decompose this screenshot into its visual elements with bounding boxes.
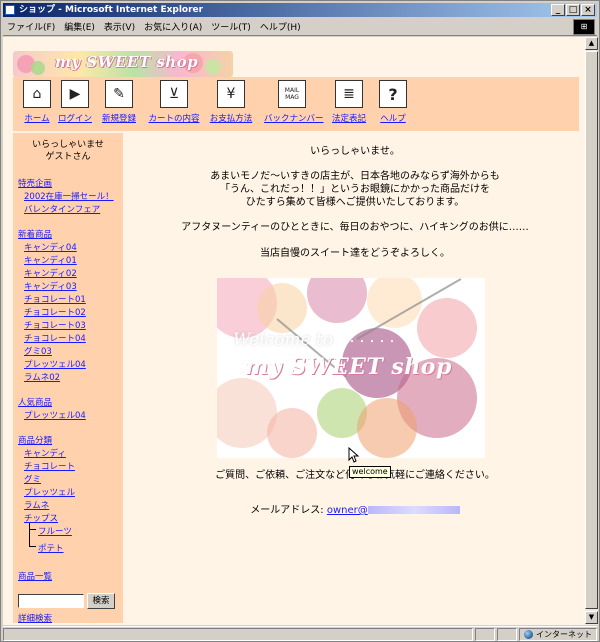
- scroll-thumb[interactable]: [585, 51, 598, 609]
- sidebar-special-item[interactable]: 2002在庫一掃セール！: [24, 190, 114, 202]
- hero-welcome-text: Welcome to: [233, 330, 333, 350]
- shop-logo-banner[interactable]: my SWEET shop: [13, 51, 233, 77]
- question-icon: ?: [379, 80, 407, 108]
- nav-help[interactable]: ? ヘルプ: [365, 80, 421, 124]
- sweets-text: 当店自慢のスイート達をどうぞよろしく。: [260, 248, 450, 259]
- browser-window: ショップ - Microsoft Internet Explorer _ □ ×…: [0, 0, 600, 642]
- nav-cart[interactable]: ⊻ カートの内容: [146, 80, 202, 124]
- sidebar-special-item[interactable]: バレンタインフェア: [24, 203, 100, 215]
- mouse-cursor-icon: [348, 447, 360, 463]
- tree-connector: [29, 546, 36, 547]
- sidebar-category-item[interactable]: ラムネ: [24, 499, 49, 511]
- status-text: [3, 627, 473, 641]
- greeting: いらっしゃいませ。: [310, 146, 400, 157]
- welcome-line: いらっしゃいませ: [32, 140, 104, 150]
- sidebar-new-item[interactable]: キャンディ03: [24, 280, 77, 292]
- menu-help[interactable]: ヘルプ(H): [260, 20, 301, 33]
- sidebar-category-item[interactable]: プレッツェル: [24, 486, 75, 498]
- sidebar-category-item[interactable]: チョコレート: [24, 460, 75, 472]
- product-list-link[interactable]: 商品一覧: [18, 570, 52, 582]
- sidebar-category-heading[interactable]: 商品分類: [18, 434, 52, 446]
- nav-backnumber-label[interactable]: バックナンバー: [264, 112, 324, 124]
- globe-icon: [524, 629, 533, 639]
- guest-name: ゲストさん: [45, 152, 91, 162]
- sidebar-category-item[interactable]: キャンディ: [24, 447, 66, 459]
- menu-view[interactable]: 表示(V): [104, 20, 135, 33]
- scroll-down-icon[interactable]: ▼: [585, 611, 598, 624]
- menu-favorites[interactable]: お気に入り(A): [144, 20, 202, 33]
- ie-throbber-icon: ⊞: [573, 19, 595, 35]
- security-zone: インターネット: [519, 627, 597, 641]
- magazine-icon: MAIL MAG: [278, 80, 306, 108]
- email-row: メールアドレス: owner@: [125, 501, 585, 516]
- sidebar-new-item[interactable]: キャンディ01: [24, 254, 77, 266]
- nav-register[interactable]: ✎ 新規登録: [91, 80, 147, 124]
- nav-payment[interactable]: ¥ お支払方法: [203, 80, 259, 124]
- hero-dots: ・・・・・・: [337, 337, 397, 348]
- ie-icon: [5, 5, 15, 15]
- sidebar: 特売企画 2002在庫一掃セール！ バレンタインフェア 新着商品 キャンディ04…: [13, 173, 123, 624]
- advanced-search-link[interactable]: 詳細検索: [18, 612, 52, 624]
- sidebar-special-heading[interactable]: 特売企画: [18, 177, 52, 189]
- sidebar-popular-item[interactable]: プレッツェル04: [24, 409, 86, 421]
- afternoon-tea-text: アフタヌーンティーのひとときに、毎日のおやつに、ハイキングのお供に……: [181, 222, 529, 233]
- window-title: ショップ - Microsoft Internet Explorer: [19, 5, 204, 15]
- image-tooltip: welcome: [349, 466, 391, 478]
- status-segment: [497, 627, 517, 641]
- sidebar-subcategory-item[interactable]: ポテト: [38, 542, 64, 554]
- sidebar-subcategory-item[interactable]: フルーツ: [38, 525, 72, 537]
- nav-payment-label[interactable]: お支払方法: [203, 112, 259, 124]
- sidebar-popular-heading[interactable]: 人気商品: [18, 396, 52, 408]
- status-bar: インターネット: [3, 626, 597, 641]
- guest-welcome: いらっしゃいませ ゲストさん: [13, 133, 123, 173]
- nav-backnumber[interactable]: MAIL MAG バックナンバー: [264, 80, 324, 124]
- hero-shop-text: my SWEET shop: [245, 354, 452, 380]
- status-segment: [475, 627, 495, 641]
- nav-bar: ⌂ ホーム ▶ ログイン ✎ 新規登録 ⊻ カートの内容 ¥ お支払方法 MAI…: [13, 77, 579, 131]
- sidebar-new-item[interactable]: チョコレート01: [24, 293, 86, 305]
- sidebar-new-item[interactable]: ラムネ02: [24, 371, 60, 383]
- sidebar-new-item[interactable]: キャンディ02: [24, 267, 77, 279]
- sidebar-new-item[interactable]: グミ03: [24, 345, 52, 357]
- sidebar-new-item[interactable]: チョコレート04: [24, 332, 86, 344]
- page-viewport: my SWEET shop ⌂ ホーム ▶ ログイン ✎ 新規登録 ⊻ カートの…: [3, 37, 585, 625]
- email-link[interactable]: owner@: [327, 505, 460, 516]
- sidebar-new-item[interactable]: プレッツェル04: [24, 358, 86, 370]
- menu-file[interactable]: ファイル(F): [7, 20, 55, 33]
- sidebar-new-item[interactable]: チョコレート02: [24, 306, 86, 318]
- sidebar-category-item[interactable]: グミ: [24, 473, 41, 485]
- sidebar-new-item[interactable]: チョコレート03: [24, 319, 86, 331]
- intro-line-1: あまいモノだ〜いすきの店主が、日本各地のみならず海外からも: [210, 171, 500, 182]
- close-button[interactable]: ×: [581, 4, 595, 16]
- tree-connector: [29, 529, 36, 530]
- scroll-up-icon[interactable]: ▲: [585, 37, 598, 50]
- nav-cart-label[interactable]: カートの内容: [146, 112, 202, 124]
- minimize-button[interactable]: _: [551, 4, 565, 16]
- sidebar-new-item[interactable]: キャンディ04: [24, 241, 77, 253]
- menu-bar: ファイル(F) 編集(E) 表示(V) お気に入り(A) ツール(T) ヘルプ(…: [3, 18, 597, 36]
- door-icon: ▶: [61, 80, 89, 108]
- tree-connector: [29, 523, 30, 547]
- document-icon: ≣: [335, 80, 363, 108]
- menu-tools[interactable]: ツール(T): [211, 20, 251, 33]
- pen-icon: ✎: [105, 80, 133, 108]
- email-label: メールアドレス:: [250, 505, 324, 516]
- nav-help-label[interactable]: ヘルプ: [365, 112, 421, 124]
- zone-label: インターネット: [536, 629, 592, 639]
- cart-icon: ⊻: [160, 80, 188, 108]
- yen-icon: ¥: [217, 80, 245, 108]
- intro-line-3: ひたすら集めて皆様へご提供いたしております。: [245, 197, 465, 208]
- shop-logo-text: my SWEET shop: [55, 53, 199, 71]
- sidebar-new-heading[interactable]: 新着商品: [18, 228, 52, 240]
- maximize-button[interactable]: □: [566, 4, 580, 16]
- title-bar[interactable]: ショップ - Microsoft Internet Explorer _ □ ×: [3, 3, 597, 17]
- nav-register-label[interactable]: 新規登録: [91, 112, 147, 124]
- intro-line-2: 「うん、これだっ！！」というお眼鏡にかかった商品だけを: [220, 184, 490, 195]
- search-button[interactable]: 検索: [87, 593, 115, 609]
- search-input[interactable]: [18, 594, 84, 608]
- menu-edit[interactable]: 編集(E): [64, 20, 95, 33]
- welcome-hero-image: Welcome to ・・・・・・ my SWEET shop: [217, 278, 485, 458]
- vertical-scrollbar[interactable]: ▲ ▼: [585, 37, 598, 625]
